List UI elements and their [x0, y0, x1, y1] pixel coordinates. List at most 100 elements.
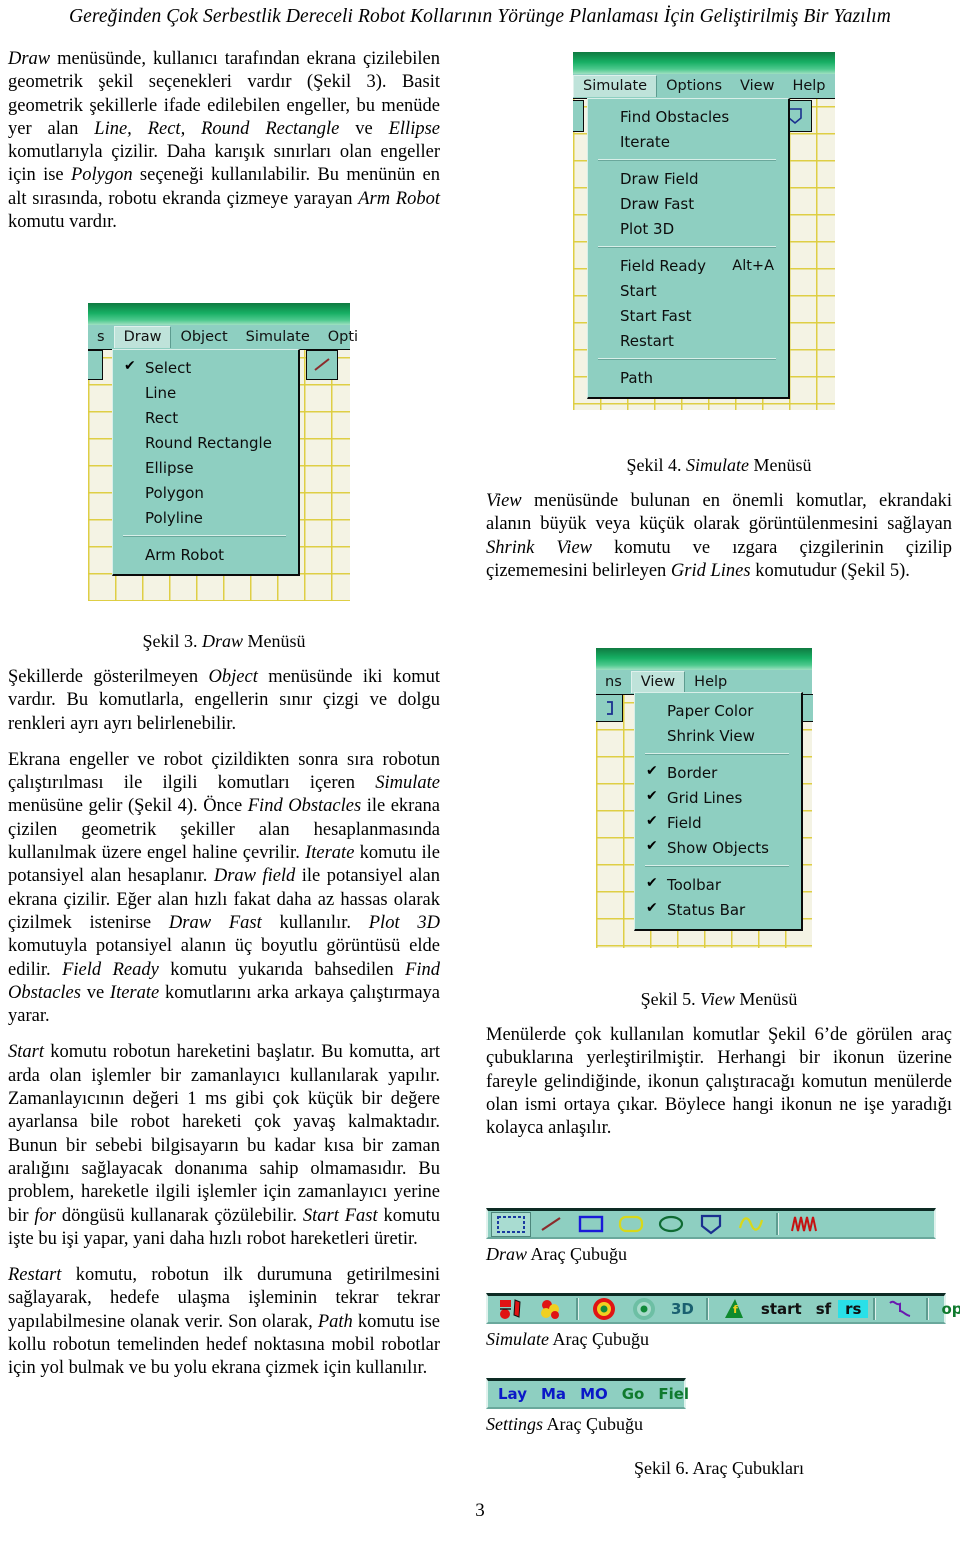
menu-item-show-objects[interactable]: ✔ Show Objects [635, 835, 801, 860]
settings-toolbar-wrap: Lay Ma MO Go Fiel Settings Araç Çubuğu [486, 1378, 689, 1453]
menubar-item-options[interactable]: Options [657, 76, 731, 97]
polygon-tool-button[interactable] [691, 1212, 731, 1237]
mo-button[interactable]: MO [573, 1385, 615, 1403]
go-button[interactable]: Go [615, 1385, 652, 1403]
line-tool-button[interactable] [306, 350, 338, 380]
line-tool-button[interactable] [531, 1212, 571, 1237]
menu-item-label: Arm Robot [145, 545, 225, 564]
menu-item-rect[interactable]: Rect [113, 405, 298, 430]
menu-item-border[interactable]: ✔ Border [635, 760, 801, 785]
menu-item-round-rectangle[interactable]: Round Rectangle [113, 430, 298, 455]
menu-item-start-fast[interactable]: Start Fast [588, 303, 788, 328]
ellipse-tool-button[interactable] [651, 1212, 691, 1237]
ma-button[interactable]: Ma [534, 1385, 573, 1403]
field-ready-icon: f [724, 1299, 743, 1318]
menubar-item-help[interactable]: Help [783, 76, 834, 97]
options-tool-label[interactable]: opt [934, 1300, 960, 1318]
field-ready-tool-button[interactable]: f [714, 1297, 754, 1322]
menubar-item-0[interactable]: s [88, 327, 114, 348]
menu-separator [598, 358, 776, 360]
menu-item-label: Round Rectangle [145, 433, 272, 452]
left-column: Draw menüsünde, kullanıcı tarafından ekr… [8, 48, 440, 247]
round-rectangle-tool-button[interactable] [611, 1212, 651, 1237]
path-tool-button[interactable] [881, 1297, 921, 1322]
start-fast-tool-label[interactable]: sf [809, 1300, 838, 1318]
figure-5-caption: Şekil 5. View Menüsü [640, 989, 798, 1009]
figure-6-caption: Şekil 6. Araç Çubukları [634, 1458, 804, 1478]
view-dropdown-menu[interactable]: Paper Color Shrink View ✔ Border ✔ Grid … [634, 692, 803, 931]
menu-item-start[interactable]: Start [588, 278, 788, 303]
menu-item-polyline[interactable]: Polyline [113, 505, 298, 530]
menubar-item-options[interactable]: Opti [319, 327, 367, 348]
check-icon: ✔ [646, 900, 658, 916]
menubar-item-options[interactable]: ns [596, 672, 631, 693]
simulate-toolbar[interactable]: 3D f start sf rs opt [486, 1293, 960, 1324]
paragraph-restart-path: Restart komutu, robotun ilk durumuna get… [8, 1265, 440, 1379]
menu-item-label: Find Obstacles [620, 107, 730, 126]
menu-item-plot-3d[interactable]: Plot 3D [588, 216, 788, 241]
menubar-item-object[interactable]: Object [171, 327, 236, 348]
simulate-toolbar-wrap: 3D f start sf rs opt [486, 1293, 960, 1368]
menubar-item-view[interactable]: View [731, 76, 783, 97]
menu-item-status-bar[interactable]: ✔ Status Bar [635, 897, 801, 922]
fiel-button[interactable]: Fiel [651, 1385, 696, 1403]
menubar-item-simulate[interactable]: Simulate [573, 75, 658, 97]
check-icon: ✔ [124, 358, 136, 374]
figure-3-draw-menu-screenshot: s Draw Object Simulate Opti ✔ Select Lin… [88, 303, 358, 601]
menu-item-grid-lines[interactable]: ✔ Grid Lines [635, 785, 801, 810]
menu-item-draw-field[interactable]: Draw Field [588, 166, 788, 191]
menu-item-field-ready[interactable]: Field Ready Alt+A [588, 253, 788, 278]
menubar-item-draw[interactable]: Draw [113, 326, 172, 348]
menu-separator [645, 753, 789, 755]
menu-item-iterate[interactable]: Iterate [588, 129, 788, 154]
start-tool-label[interactable]: start [754, 1300, 809, 1318]
find-obstacles-tool-button[interactable] [491, 1297, 531, 1322]
menu-item-select[interactable]: ✔ Select [113, 355, 298, 380]
draw-toolbar[interactable] [486, 1208, 936, 1239]
menu-item-polygon[interactable]: Polygon [113, 480, 298, 505]
iterate-tool-button[interactable] [531, 1297, 571, 1322]
menu-item-shrink-view[interactable]: Shrink View [635, 723, 801, 748]
menubar-item-simulate[interactable]: Simulate [237, 327, 319, 348]
menu-item-toolbar[interactable]: ✔ Toolbar [635, 872, 801, 897]
paragraph-draw-menu: Draw menüsünde, kullanıcı tarafından ekr… [8, 49, 440, 233]
paragraph-view-menu: View menüsünde bulunan en önemli komutla… [486, 491, 953, 581]
plot-3d-tool-label[interactable]: 3D [664, 1300, 701, 1318]
check-icon: ✔ [646, 875, 658, 891]
menu-item-path[interactable]: Path [588, 365, 788, 390]
restart-tool-label[interactable]: rs [838, 1300, 869, 1318]
draw-fast-tool-button[interactable] [624, 1297, 664, 1322]
simulate-dropdown-menu[interactable]: Find Obstacles Iterate Draw Field Draw F… [587, 98, 790, 399]
bracket-tool-button[interactable] [596, 694, 623, 722]
partial-tool-button[interactable] [573, 100, 584, 132]
menu-item-find-obstacles[interactable]: Find Obstacles [588, 104, 788, 129]
menu-item-label: Status Bar [667, 900, 746, 919]
menu-item-restart[interactable]: Restart [588, 328, 788, 353]
select-tool-button[interactable] [491, 1211, 531, 1237]
menu-item-arm-robot[interactable]: Arm Robot [113, 542, 298, 567]
paragraph-simulate-menu: Ekrana engeller ve robot çizildikten son… [8, 749, 440, 1027]
menu-item-label: Polyline [145, 508, 203, 527]
settings-toolbar[interactable]: Lay Ma MO Go Fiel [486, 1378, 689, 1409]
polyline-tool-button[interactable] [731, 1212, 771, 1237]
menu-separator [645, 865, 789, 867]
menu-item-field[interactable]: ✔ Field [635, 810, 801, 835]
arm-robot-tool-button[interactable] [784, 1212, 824, 1237]
check-icon: ✔ [646, 763, 658, 779]
paragraph-toolbars: Menülerde çok kullanılan komutlar Şekil … [486, 1025, 952, 1139]
draw-field-tool-button[interactable] [584, 1297, 624, 1322]
menu-item-ellipse[interactable]: Ellipse [113, 455, 298, 480]
simulate-toolbar-label: Simulate Araç Çubuğu [486, 1329, 649, 1349]
draw-dropdown-menu[interactable]: ✔ Select Line Rect Round Rectangle Ellip… [112, 349, 300, 576]
layer-button[interactable]: Lay [491, 1385, 534, 1403]
rect-tool-button[interactable] [571, 1212, 611, 1237]
partial-tool-button[interactable] [88, 350, 103, 380]
menubar-item-help[interactable]: Help [685, 672, 736, 693]
menu-item-line[interactable]: Line [113, 380, 298, 405]
toolbar-divider [576, 1298, 579, 1320]
menu-item-paper-color[interactable]: Paper Color [635, 698, 801, 723]
figure-4-simulate-menu-screenshot: Simulate Options View Help Find Obstacle… [573, 52, 835, 410]
menubar-item-view[interactable]: View [630, 671, 686, 693]
menu-item-draw-fast[interactable]: Draw Fast [588, 191, 788, 216]
menu-item-accelerator: Alt+A [732, 257, 774, 274]
